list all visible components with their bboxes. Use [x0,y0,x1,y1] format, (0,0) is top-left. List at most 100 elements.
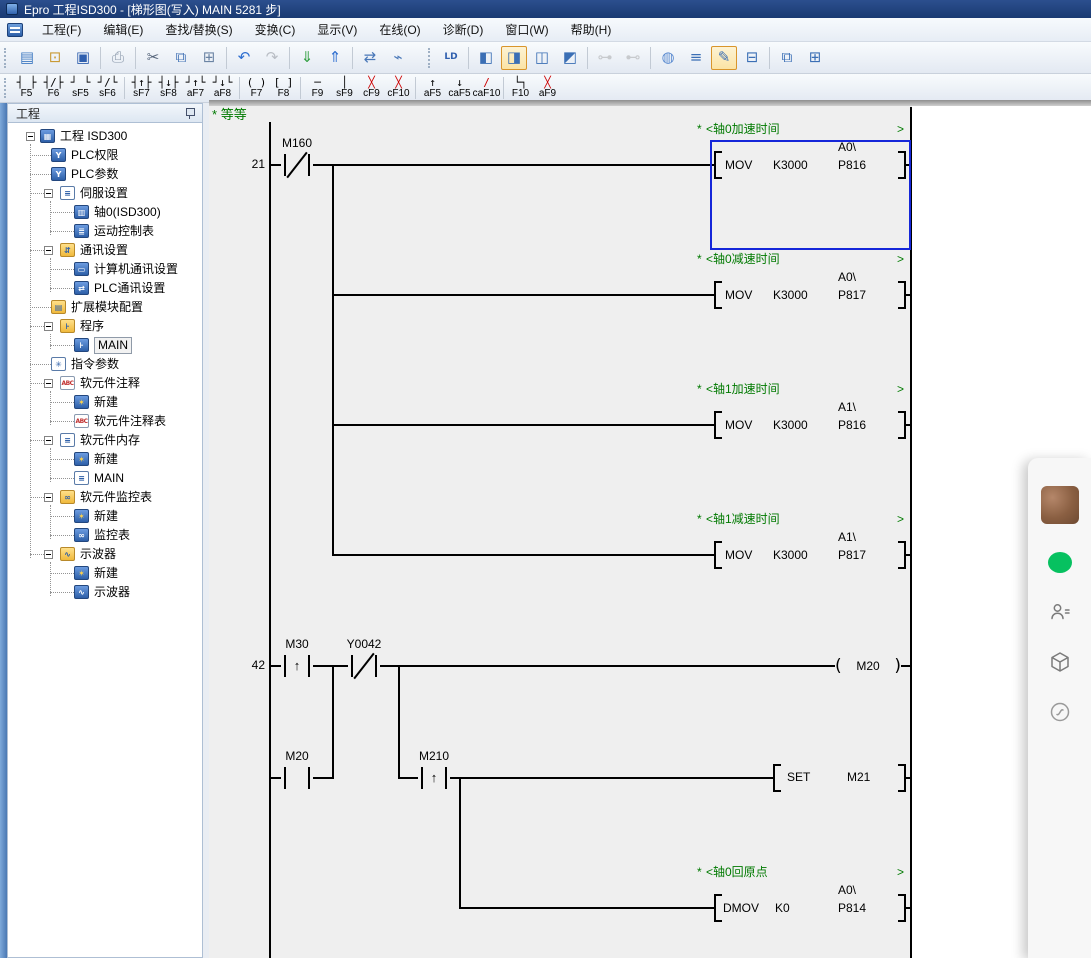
statement-display-button[interactable]: ≡ [683,46,709,70]
verify-with-plc-button[interactable]: ⇄ [357,46,383,70]
tree-item-label[interactable]: MAIN [94,337,132,354]
contact-m30-rising[interactable]: ↑ [281,653,313,679]
menu-diagnostics[interactable]: 诊断(D) [432,18,495,42]
tree-item-label[interactable]: 扩展模块配置 [71,298,143,317]
comment-display-button[interactable]: ◍ [655,46,681,70]
expand-collapse-box[interactable] [44,246,53,255]
menu-convert[interactable]: 变换(C) [244,18,307,42]
tree-item-label[interactable]: 示波器 [94,583,130,602]
open-branch-button[interactable]: ┘ └sF5 [68,75,94,101]
tree-item-label[interactable]: PLC权限 [71,146,118,165]
instruction-op[interactable]: SET [787,770,837,784]
tree-item-label[interactable]: 新建 [94,450,118,469]
expand-collapse-box[interactable] [26,132,35,141]
tree-item-label[interactable]: 示波器 [80,545,116,564]
expand-collapse-box[interactable] [44,436,53,445]
tree-item-servo[interactable]: ≡伺服设置 [8,184,202,203]
remote-operation-button[interactable]: ⌁ [385,46,411,70]
new-file-button[interactable]: ▤ [14,46,40,70]
undo-button[interactable]: ↶ [231,46,257,70]
expand-collapse-box[interactable] [44,550,53,559]
contacts-icon[interactable] [1048,600,1072,624]
tree-item-comment-table[interactable]: ABC软元件注释表 [8,412,202,431]
cascade-windows-button[interactable]: ⧉ [774,46,800,70]
ladder-convert-button[interactable]: LD [438,46,464,70]
monitor-mode-button[interactable]: ◫ [529,46,555,70]
tree-item-instr-param[interactable]: ✳指令参数 [8,355,202,374]
contact-m210-rising[interactable]: ↑ [418,765,450,791]
menu-project[interactable]: 工程(F) [31,18,92,42]
tree-item-scope-folder[interactable]: ∿示波器 [8,545,202,564]
tree-item-label[interactable]: 新建 [94,564,118,583]
tree-item-program[interactable]: ⊦程序 [8,317,202,336]
tree-item-watch-table[interactable]: ∞监控表 [8,526,202,545]
expand-collapse-box[interactable] [44,379,53,388]
menu-edit[interactable]: 编辑(E) [92,18,154,42]
rising-pulse-button[interactable]: ┤↑├sF7 [129,75,155,101]
tree-item-dev-memory[interactable]: ≡软元件内存 [8,431,202,450]
tree-item-new-item[interactable]: ✶新建 [8,393,202,412]
delete-branch-button[interactable]: ╳aF9 [535,75,561,101]
read-from-plc-button[interactable]: ⇑ [322,46,348,70]
tree-item-label[interactable]: 轴0(ISD300) [94,203,161,222]
write-mode-button[interactable]: ◨ [501,46,527,70]
instruction-src[interactable]: K3000 [773,288,829,302]
tree-item-memory-doc[interactable]: ≡MAIN [8,469,202,488]
ladder-editor[interactable]: * 等等 21 M160 * <轴0加速时间 > MOV K3000 [209,100,1091,958]
instruction-op[interactable]: MOV [725,288,771,302]
tree-item-label[interactable]: 软元件监控表 [80,488,152,507]
branch-comment[interactable]: <轴1加速时间 [706,382,886,396]
branch-comment[interactable]: <轴1减速时间 [706,512,886,526]
tree-item-comm[interactable]: ⇵通讯设置 [8,241,202,260]
tree-item-new-item[interactable]: ✶新建 [8,507,202,526]
new-window-button[interactable]: ⊞ [802,46,828,70]
user-avatar[interactable] [1041,486,1079,524]
falling-pulse-branch-button[interactable]: ┘↓└aF8 [210,75,236,101]
instruction-src[interactable]: K3000 [773,548,829,562]
tree-item-label[interactable]: 伺服设置 [80,184,128,203]
branch-line-button[interactable]: └┐F10 [508,75,534,101]
pin-icon[interactable] [185,107,194,119]
expand-collapse-box[interactable] [44,322,53,331]
chat-bubble-icon[interactable] [1048,550,1072,574]
tree-item-label[interactable]: 计算机通讯设置 [94,260,178,279]
delete-horizontal-line-button[interactable]: ╳cF9 [359,75,385,101]
monitor-start-button[interactable]: ⊶ [592,46,618,70]
menu-view[interactable]: 显示(V) [306,18,368,42]
tree-item-label[interactable]: 软元件注释 [80,374,140,393]
contact-m160-nc[interactable] [281,152,313,178]
instruction-dest[interactable]: P817 [838,548,890,562]
rising-pulse-branch-button[interactable]: ┘↑└aF7 [183,75,209,101]
menu-window[interactable]: 窗口(W) [494,18,559,42]
paste-button[interactable]: ⊞ [196,46,222,70]
collections-icon[interactable] [1048,650,1072,674]
device-display-button[interactable]: ⊟ [739,46,765,70]
copy-button[interactable]: ⧉ [168,46,194,70]
instruction-dest[interactable]: P814 [838,901,890,915]
instruction-op[interactable]: MOV [725,548,771,562]
expand-collapse-box[interactable] [44,493,53,502]
menu-find-replace[interactable]: 查找/替换(S) [154,18,243,42]
tree-item-new-item[interactable]: ✶新建 [8,450,202,469]
tree-item-label[interactable]: 新建 [94,393,118,412]
edit-mode-button[interactable]: ◧ [473,46,499,70]
tree-item-label[interactable]: 指令参数 [71,355,119,374]
contact-m20-no[interactable] [281,765,313,791]
tree-item-pc-comm[interactable]: ▭计算机通讯设置 [8,260,202,279]
cut-button[interactable]: ✂ [140,46,166,70]
monitor-write-mode-button[interactable]: ◩ [557,46,583,70]
tree-item-axis[interactable]: ▥轴0(ISD300) [8,203,202,222]
instruction-dest[interactable]: P817 [838,288,890,302]
coil-m20[interactable]: (M20) [835,652,901,680]
tree-item-label[interactable]: MAIN [94,469,124,488]
print-button[interactable]: ⎙ [105,46,131,70]
tree-item-label[interactable]: PLC参数 [71,165,118,184]
horizontal-line-button[interactable]: ─F9 [305,75,331,101]
expand-collapse-box[interactable] [44,189,53,198]
tree-item-main-program[interactable]: ⊦MAIN [8,336,202,355]
menu-help[interactable]: 帮助(H) [560,18,623,42]
delete-vertical-line-button[interactable]: ╳cF10 [386,75,412,101]
tree-item-label[interactable]: 程序 [80,317,104,336]
redo-button[interactable]: ↷ [259,46,285,70]
tree-item-plc-auth[interactable]: YPLC权限 [8,146,202,165]
